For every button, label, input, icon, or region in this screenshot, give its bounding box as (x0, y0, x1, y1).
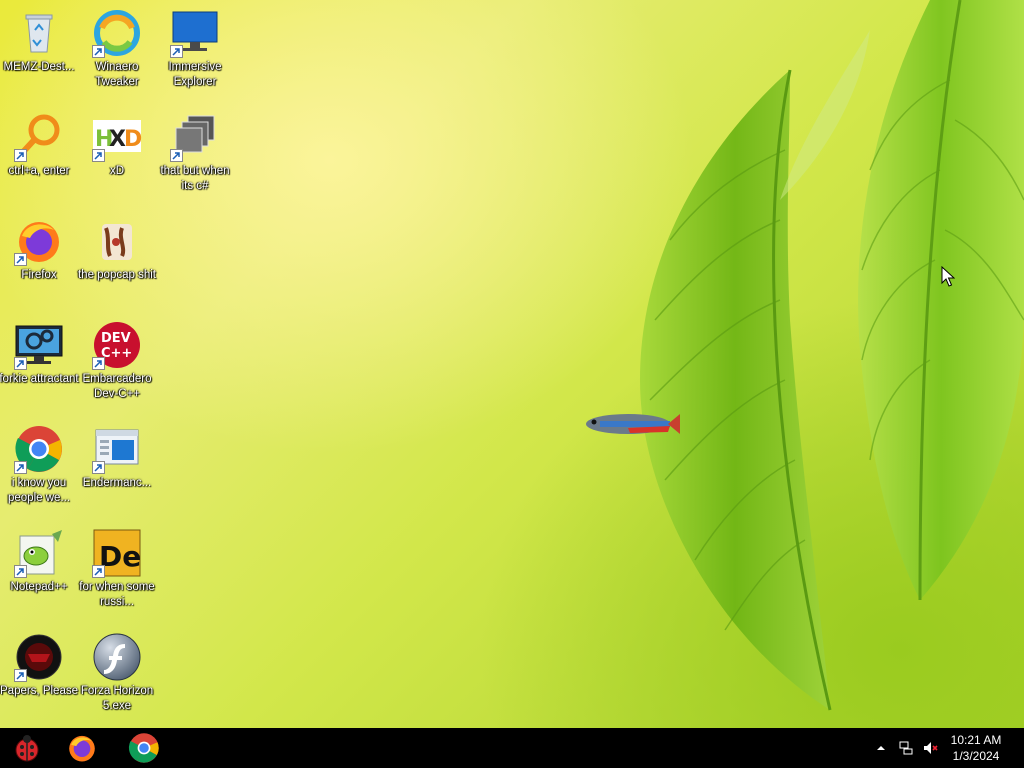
desktop-icon-label: Winaero Tweaker (95, 61, 139, 88)
desktop-icon-for-when-some-russi[interactable]: De for when some russi... (78, 524, 156, 624)
chevron-up-icon (877, 746, 885, 750)
volume-tray-button[interactable] (919, 738, 941, 758)
shortcut-arrow-icon (92, 45, 105, 58)
desktop-icon-label: that but when its c# (160, 165, 230, 192)
window-app-icon (92, 424, 142, 474)
volume-muted-icon (924, 742, 938, 754)
magnifier-icon (14, 112, 64, 162)
desktop-icon-chrome[interactable]: i know you people we... (0, 420, 78, 520)
desktop-icon-embarcadero-dev-cpp[interactable]: DEV C++ Embarcadero Dev-C++ (78, 316, 156, 416)
desktop-icon-label: Papers, Please (0, 685, 78, 697)
shortcut-arrow-icon (14, 565, 27, 578)
desktop-icon-immersive-explorer[interactable]: Immersive Explorer (156, 4, 234, 104)
desktop-icon-label: Forza Horizon 5.exe (80, 685, 154, 712)
network-tray-button[interactable] (895, 738, 917, 758)
shortcut-arrow-icon (14, 253, 27, 266)
desktop-icon-firefox[interactable]: Firefox (0, 212, 78, 312)
shortcut-arrow-icon (92, 565, 105, 578)
svg-text:De: De (99, 540, 141, 573)
shortcut-arrow-icon (92, 357, 105, 370)
recycle-bin-icon (14, 8, 64, 58)
mouse-cursor-icon (941, 266, 955, 287)
desktop-icon-label: Embarcadero Dev-C++ (82, 373, 152, 400)
desktop-icon-label: the popcap shit (77, 269, 156, 281)
desktop-icon-label: i know you people we... (7, 477, 70, 504)
tray-clock[interactable]: 10:21 AM 1/3/2024 (946, 732, 1006, 764)
desktop-icon-forkie-attractant[interactable]: forkie attractant (0, 316, 79, 416)
chrome-icon (128, 733, 159, 763)
monitor-icon (170, 8, 220, 58)
shortcut-arrow-icon (14, 149, 27, 162)
desktop-icon-endermanch[interactable]: Endermanc... (78, 420, 156, 520)
svg-text:DEV: DEV (101, 331, 131, 346)
shortcut-arrow-icon (92, 461, 105, 474)
stacked-windows-icon (170, 112, 220, 162)
network-icon (899, 741, 913, 755)
shortcut-arrow-icon (14, 669, 27, 682)
desktop-icon-label: ctrl+a, enter (8, 165, 70, 177)
clock-time: 10:21 AM (950, 733, 1002, 747)
desktop-icon-ctrl-a-enter[interactable]: ctrl+a, enter (0, 108, 78, 208)
de-icon: De (92, 528, 142, 578)
taskbar: 10:21 AM 1/3/2024 (0, 728, 1024, 768)
show-hidden-icons-button[interactable] (873, 738, 889, 758)
papers-please-icon (14, 632, 64, 682)
svg-text:C++: C++ (101, 346, 132, 361)
desktop-icon-papers-please[interactable]: Papers, Please (0, 628, 78, 728)
gear-monitor-icon (14, 320, 64, 370)
desktop-icon-label: MEMZ-Dest... (3, 61, 75, 73)
svg-text:D: D (124, 127, 142, 152)
shortcut-arrow-icon (14, 461, 27, 474)
popcap-icon (92, 216, 142, 266)
shortcut-arrow-icon (170, 149, 183, 162)
desktop-icon-notepadpp[interactable]: Notepad++ (0, 524, 78, 624)
winaero-icon (92, 8, 142, 58)
desktop-icon-label: Firefox (21, 269, 57, 281)
desktop-icon-recycle-bin[interactable]: MEMZ-Dest... (0, 4, 78, 104)
taskbar-chrome-button[interactable] (117, 728, 171, 768)
desktop[interactable]: MEMZ-Dest... Winaero Tweaker Immersive E… (0, 0, 1024, 728)
desktop-icon-label: Notepad++ (10, 581, 68, 593)
chrome-icon (14, 424, 64, 474)
firefox-icon (69, 735, 95, 762)
notepadpp-icon (14, 528, 64, 578)
shortcut-arrow-icon (14, 357, 27, 370)
desktop-icon-xd[interactable]: H X D xD (78, 108, 156, 208)
devcpp-icon: DEV C++ (92, 320, 142, 370)
ladybug-icon (15, 735, 39, 762)
desktop-icon-label: Immersive Explorer (168, 61, 222, 88)
clock-date: 1/3/2024 (952, 749, 1000, 763)
desktop-icon-label: xD (109, 165, 125, 177)
hxd-icon: H X D (92, 112, 142, 162)
desktop-icon-popcap[interactable]: the popcap shit (78, 212, 156, 312)
flash-icon (92, 632, 142, 682)
desktop-icon-winaero-tweaker[interactable]: Winaero Tweaker (78, 4, 156, 104)
taskbar-firefox-button[interactable] (55, 728, 109, 768)
desktop-icon-label: for when some russi... (79, 581, 155, 608)
desktop-icon-label: forkie attractant (0, 373, 79, 385)
shortcut-arrow-icon (170, 45, 183, 58)
firefox-icon (14, 216, 64, 266)
desktop-icon-label: Endermanc... (82, 477, 152, 489)
desktop-icon-that-but-when-its-csharp[interactable]: that but when its c# (156, 108, 234, 208)
shortcut-arrow-icon (92, 149, 105, 162)
start-button[interactable] (0, 728, 54, 768)
desktop-icon-forza-horizon-5[interactable]: Forza Horizon 5.exe (78, 628, 156, 728)
